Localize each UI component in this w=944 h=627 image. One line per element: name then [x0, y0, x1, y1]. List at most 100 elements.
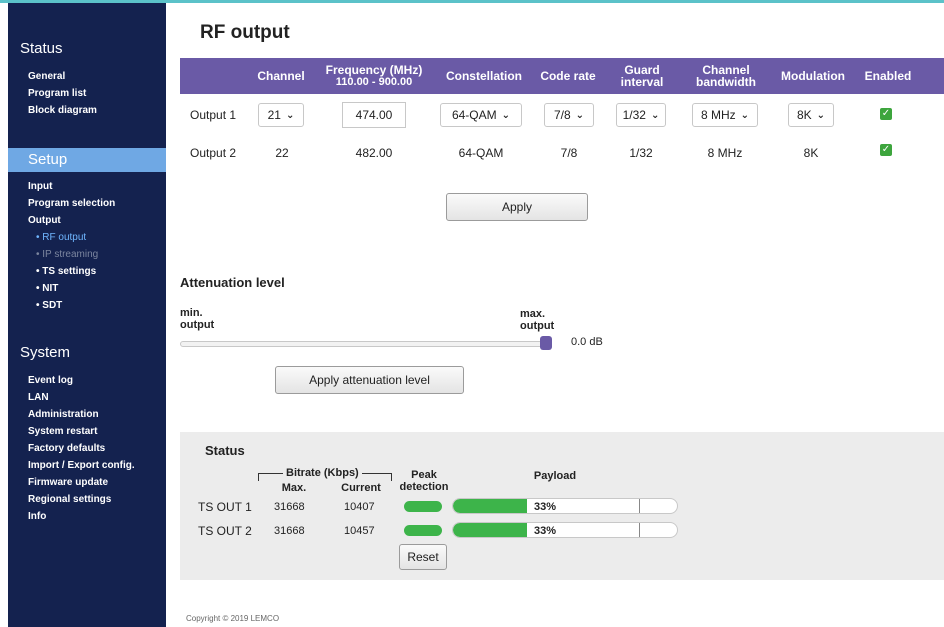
attenuation-slider-handle[interactable] [540, 336, 552, 350]
attenuation-value: 0.0 dB [571, 336, 603, 348]
modulation-value-output-2: 8K [803, 146, 819, 160]
ts-out-2-max: 31668 [274, 525, 305, 537]
row-label-output-1: Output 1 [190, 108, 237, 122]
min-output-line1: min. [180, 307, 203, 319]
guard-select-value: 1/32 [622, 108, 646, 122]
min-output-label: min. output [180, 307, 214, 331]
sidebar-item-import-export[interactable]: Import / Export config. [28, 457, 135, 474]
sidebar-item-input[interactable]: Input [28, 178, 115, 195]
enabled-checkbox-output-2[interactable]: ✓ [880, 144, 892, 156]
page-title: RF output [200, 22, 290, 43]
rf-table-header: Channel Frequency (MHz) 110.00 - 900.00 … [180, 58, 944, 94]
header-frequency-label: Frequency (MHz) [325, 63, 423, 77]
ts-out-2-label: TS OUT 2 [198, 524, 252, 538]
ts-out-1-payload-bar [452, 498, 678, 514]
ts-out-1-peak-indicator [404, 501, 442, 512]
sidebar-item-factory-defaults[interactable]: Factory defaults [28, 440, 135, 457]
min-output-line2: output [180, 319, 215, 331]
ts-out-2-payload-marker [639, 523, 640, 537]
sidebar-item-regional-settings[interactable]: Regional settings [28, 491, 135, 508]
sidebar-section-system: System [20, 344, 71, 361]
sidebar-item-administration[interactable]: Administration [28, 406, 135, 423]
constellation-select-output-1[interactable]: 64-QAM ⌄ [440, 103, 522, 127]
payload-column-header: Payload [533, 470, 577, 482]
sidebar-item-program-list[interactable]: Program list [28, 85, 97, 102]
sidebar-setup-menu: Input Program selection Output • RF outp… [28, 178, 115, 314]
sidebar-section-status: Status [20, 40, 63, 57]
ts-out-1-max: 31668 [274, 501, 305, 513]
header-frequency-range: 110.00 - 900.00 [335, 76, 413, 88]
constellation-select-value: 64-QAM [451, 108, 497, 122]
code-rate-value-output-2: 7/8 [560, 146, 578, 160]
channel-select-output-1[interactable]: 21 ⌄ [258, 103, 304, 127]
sidebar-item-event-log[interactable]: Event log [28, 372, 135, 389]
row-label-output-2: Output 2 [190, 146, 237, 160]
max-column-header: Max. [281, 482, 307, 494]
header-bw-line2: bandwidth [696, 75, 756, 89]
sidebar-item-sdt[interactable]: • SDT [28, 297, 115, 314]
code-rate-select-value: 7/8 [553, 108, 571, 122]
ts-out-2-payload-value: 33% [534, 525, 557, 537]
bandwidth-select-output-1[interactable]: 8 MHz ⌄ [692, 103, 758, 127]
guard-select-output-1[interactable]: 1/32 ⌄ [616, 103, 666, 127]
header-modulation: Modulation [781, 69, 845, 83]
apply-attenuation-button[interactable]: Apply attenuation level [275, 366, 464, 394]
sidebar-item-nit[interactable]: • NIT [28, 280, 115, 297]
sidebar-item-firmware-update[interactable]: Firmware update [28, 474, 135, 491]
ts-out-1-payload-value: 33% [534, 501, 557, 513]
attenuation-slider-track[interactable] [180, 341, 552, 347]
sidebar-item-lan[interactable]: LAN [28, 389, 135, 406]
ts-out-1-payload-marker [639, 499, 640, 513]
sidebar-item-general[interactable]: General [28, 68, 97, 85]
ts-out-2-peak-indicator [404, 525, 442, 536]
sidebar-item-output[interactable]: Output [28, 212, 115, 229]
max-output-line1: max. [520, 308, 546, 320]
bandwidth-value-output-2: 8 MHz [707, 146, 743, 160]
chevron-down-icon: ⌄ [501, 109, 511, 121]
sidebar-item-system-restart[interactable]: System restart [28, 423, 135, 440]
header-channel: Channel [257, 69, 305, 83]
modulation-select-value: 8K [796, 108, 812, 122]
sidebar-status-menu: General Program list Block diagram [28, 68, 97, 119]
reset-button[interactable]: Reset [399, 544, 447, 570]
sidebar-item-program-selection[interactable]: Program selection [28, 195, 115, 212]
sidebar-item-ip-streaming[interactable]: • IP streaming [28, 246, 115, 263]
sidebar-item-block-diagram[interactable]: Block diagram [28, 102, 97, 119]
chevron-down-icon: ⌄ [816, 109, 826, 121]
sidebar-section-setup-label: Setup [28, 151, 68, 168]
sidebar-item-rf-output[interactable]: • RF output [28, 229, 115, 246]
enabled-checkbox-output-1[interactable]: ✓ [880, 108, 892, 120]
channel-value-output-2: 22 [275, 146, 289, 160]
sidebar-item-info[interactable]: Info [28, 508, 135, 525]
header-guard-interval: Guard interval [612, 58, 672, 94]
ts-out-2-payload-fill [453, 523, 527, 537]
bitrate-label: Bitrate (Kbps) [283, 467, 362, 479]
header-enabled: Enabled [864, 69, 912, 83]
attenuation-title: Attenuation level [180, 275, 285, 290]
guard-value-output-2: 1/32 [629, 146, 653, 160]
max-output-line2: output [520, 320, 555, 332]
sidebar-item-ts-settings[interactable]: • TS settings [28, 263, 115, 280]
header-guard-line2: interval [620, 75, 664, 89]
modulation-select-output-1[interactable]: 8K ⌄ [788, 103, 834, 127]
ts-out-1-label: TS OUT 1 [198, 500, 252, 514]
chevron-down-icon: ⌄ [285, 109, 295, 121]
header-channel-bandwidth: Channel bandwidth [684, 58, 768, 94]
copyright-text: Copyright © 2019 LEMCO [186, 614, 280, 623]
peak-header-line1: Peak [411, 469, 437, 481]
sidebar-system-menu: Event log LAN Administration System rest… [28, 372, 135, 525]
frequency-value-output-2: 482.00 [355, 146, 393, 160]
frequency-input-output-1[interactable]: 474.00 [342, 102, 406, 128]
bandwidth-select-value: 8 MHz [700, 108, 736, 122]
apply-button[interactable]: Apply [446, 193, 588, 221]
code-rate-select-output-1[interactable]: 7/8 ⌄ [544, 103, 594, 127]
sidebar-section-setup: Setup [8, 148, 166, 172]
chevron-down-icon: ⌄ [740, 109, 750, 121]
chevron-down-icon: ⌄ [650, 109, 660, 121]
status-title: Status [205, 443, 245, 458]
ts-out-2-payload-bar [452, 522, 678, 538]
ts-out-2-current: 10457 [344, 525, 375, 537]
max-output-label: max. output [520, 308, 554, 332]
channel-select-value: 21 [267, 108, 281, 122]
header-frequency: Frequency (MHz) 110.00 - 900.00 [314, 58, 434, 94]
